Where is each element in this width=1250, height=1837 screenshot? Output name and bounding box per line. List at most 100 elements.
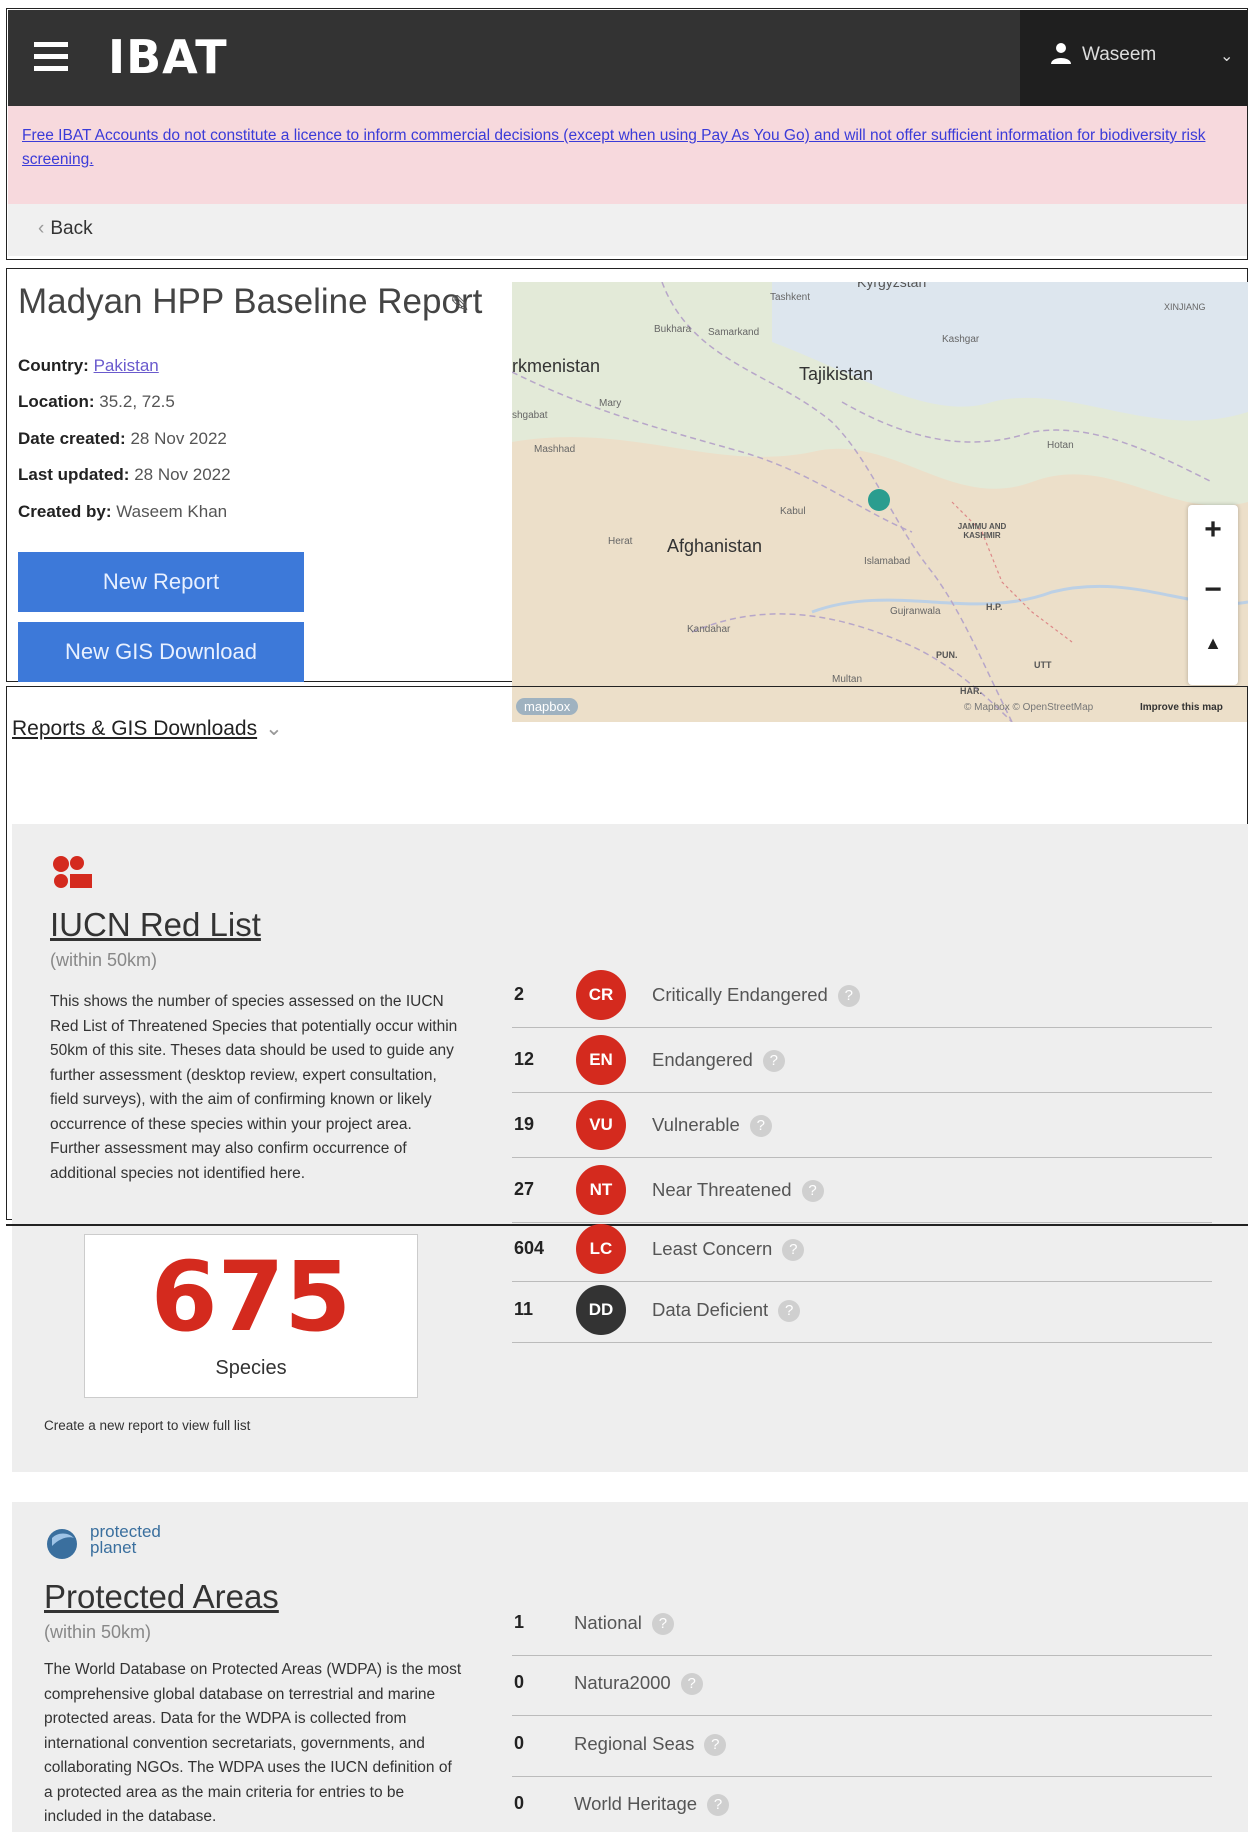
screenshot-frame-1 bbox=[6, 8, 1248, 260]
map-label-xinjiang: XINJIANG bbox=[1164, 302, 1206, 312]
chevron-down-icon: ⌄ bbox=[265, 717, 283, 740]
full-list-note: Create a new report to view full list bbox=[44, 1418, 251, 1433]
zoom-out-button[interactable]: − bbox=[1188, 573, 1238, 607]
map-label-hotan: Hotan bbox=[1047, 440, 1074, 451]
iucn-logo-icon bbox=[53, 856, 92, 888]
help-icon[interactable]: ? bbox=[801, 1180, 824, 1203]
iucn-row-vu: 19 VU Vulnerable? bbox=[512, 1094, 1212, 1158]
map-label-pun: PUN. bbox=[936, 650, 958, 660]
created-by-label: Created by: bbox=[18, 502, 112, 521]
map-label-ashgabat: shgabat bbox=[512, 410, 548, 421]
row-divider bbox=[512, 1026, 1212, 1028]
iucn-row-lc: 604 LC Least Concern? bbox=[512, 1218, 1212, 1282]
date-created-label: Date created: bbox=[18, 429, 126, 448]
help-icon[interactable]: ? bbox=[704, 1734, 727, 1757]
reports-dropdown[interactable]: Reports & GIS Downloads ⌄ bbox=[12, 716, 283, 741]
category-badge: NT bbox=[576, 1165, 626, 1215]
map-zoom-controls: + − ▲ bbox=[1188, 505, 1238, 685]
reports-dropdown-label: Reports & GIS Downloads bbox=[12, 717, 258, 740]
protected-areas-subtitle: (within 50km) bbox=[44, 1622, 152, 1642]
protected-areas-description: The World Database on Protected Areas (W… bbox=[44, 1661, 462, 1825]
created-by-row: Created by: Waseem Khan bbox=[18, 502, 227, 522]
zoom-in-button[interactable]: + bbox=[1188, 513, 1238, 547]
date-created-row: Date created: 28 Nov 2022 bbox=[18, 429, 227, 449]
category-label: Vulnerable? bbox=[652, 1114, 772, 1138]
location-label: Location: bbox=[18, 392, 95, 411]
protected-area-label: World Heritage? bbox=[574, 1793, 730, 1817]
map-label-hp: H.P. bbox=[986, 602, 1003, 612]
date-created-value: 28 Nov 2022 bbox=[130, 429, 227, 448]
map-label-herat: Herat bbox=[608, 536, 633, 547]
category-badge: LC bbox=[576, 1224, 626, 1274]
map-label-gujranwala: Gujranwala bbox=[890, 606, 941, 617]
protected-area-row: 1 National? bbox=[512, 1592, 1212, 1656]
category-count: 27 bbox=[514, 1179, 535, 1199]
map-label-kyrgyzstan: Kyrgyzstan bbox=[857, 282, 927, 290]
new-report-button[interactable]: New Report bbox=[18, 552, 304, 612]
compass-icon[interactable]: ▲ bbox=[1188, 633, 1238, 654]
species-total-label: Species bbox=[215, 1357, 287, 1379]
category-label: Critically Endangered? bbox=[652, 984, 860, 1008]
help-icon[interactable]: ? bbox=[778, 1300, 801, 1323]
help-icon[interactable]: ? bbox=[837, 985, 860, 1008]
protected-area-count: 0 bbox=[514, 1793, 525, 1813]
protected-areas-title[interactable]: Protected Areas bbox=[44, 1578, 279, 1616]
protected-area-label: Regional Seas? bbox=[574, 1733, 727, 1757]
edit-pencil-icon[interactable]: ✎ bbox=[450, 290, 470, 319]
help-icon[interactable]: ? bbox=[782, 1239, 805, 1262]
iucn-subtitle: (within 50km) bbox=[50, 950, 158, 970]
map-label-tajikistan: Tajikistan bbox=[799, 364, 874, 384]
map-canvas bbox=[512, 282, 1248, 722]
map-label-kashgar: Kashgar bbox=[942, 334, 980, 345]
iucn-title[interactable]: IUCN Red List bbox=[50, 906, 261, 944]
help-icon[interactable]: ? bbox=[651, 1613, 674, 1636]
map-label-utt: UTT bbox=[1034, 660, 1052, 670]
protected-area-row: 0 World Heritage? bbox=[512, 1773, 1212, 1837]
row-divider bbox=[512, 1091, 1212, 1093]
last-updated-row: Last updated: 28 Nov 2022 bbox=[18, 465, 231, 485]
map-label-jammu: JAMMU AND KASHMIR bbox=[957, 522, 1007, 540]
iucn-row-cr: 2 CR Critically Endangered? bbox=[512, 964, 1212, 1028]
category-badge: VU bbox=[576, 1100, 626, 1150]
species-total: 675 bbox=[150, 1241, 352, 1353]
category-badge: DD bbox=[576, 1285, 626, 1335]
protected-area-label: National? bbox=[574, 1612, 674, 1636]
map-label-afghanistan: Afghanistan bbox=[667, 536, 763, 556]
country-link[interactable]: Pakistan bbox=[94, 356, 159, 375]
map-label-islamabad: Islamabad bbox=[864, 556, 911, 567]
category-badge: EN bbox=[576, 1035, 626, 1085]
last-updated-label: Last updated: bbox=[18, 465, 130, 484]
category-count: 12 bbox=[514, 1049, 535, 1069]
report-title: Madyan HPP Baseline Report bbox=[18, 282, 483, 321]
map-label-turkmenistan: rkmenistan bbox=[512, 356, 601, 376]
country-row: Country: Pakistan bbox=[18, 356, 159, 376]
protected-area-label: Natura2000? bbox=[574, 1672, 703, 1696]
country-label: Country: bbox=[18, 356, 89, 375]
iucn-description: This shows the number of species assesse… bbox=[50, 993, 458, 1182]
protected-planet-logo-text-2: planet bbox=[90, 1538, 137, 1557]
protected-planet-logo: protected planet bbox=[90, 1523, 161, 1557]
last-updated-value: 28 Nov 2022 bbox=[134, 465, 231, 484]
new-gis-download-button[interactable]: New GIS Download bbox=[18, 622, 304, 682]
row-divider bbox=[512, 1156, 1212, 1158]
category-count: 604 bbox=[514, 1238, 545, 1258]
protected-area-row: 0 Natura2000? bbox=[512, 1652, 1212, 1716]
iucn-row-en: 12 EN Endangered? bbox=[512, 1029, 1212, 1093]
iucn-row-dd: 11 DD Data Deficient? bbox=[512, 1279, 1212, 1343]
species-total-card: 675 Species bbox=[84, 1234, 418, 1398]
location-value: 35.2, 72.5 bbox=[99, 392, 175, 411]
protected-area-count: 0 bbox=[514, 1733, 525, 1753]
site-marker[interactable] bbox=[868, 489, 890, 511]
category-count: 2 bbox=[514, 984, 525, 1004]
help-icon[interactable]: ? bbox=[762, 1050, 785, 1073]
help-icon[interactable]: ? bbox=[680, 1673, 703, 1696]
help-icon[interactable]: ? bbox=[707, 1794, 730, 1817]
map-label-samarkand: Samarkand bbox=[708, 327, 760, 338]
location-map[interactable]: Kyrgyzstan XINJIANG Tashkent Bukhara Sam… bbox=[512, 282, 1248, 722]
iucn-row-nt: 27 NT Near Threatened? bbox=[512, 1159, 1212, 1223]
protected-planet-logo-icon bbox=[47, 1529, 77, 1559]
category-count: 11 bbox=[514, 1299, 534, 1319]
category-label: Data Deficient? bbox=[652, 1299, 801, 1323]
help-icon[interactable]: ? bbox=[749, 1115, 772, 1138]
category-badge: CR bbox=[576, 970, 626, 1020]
